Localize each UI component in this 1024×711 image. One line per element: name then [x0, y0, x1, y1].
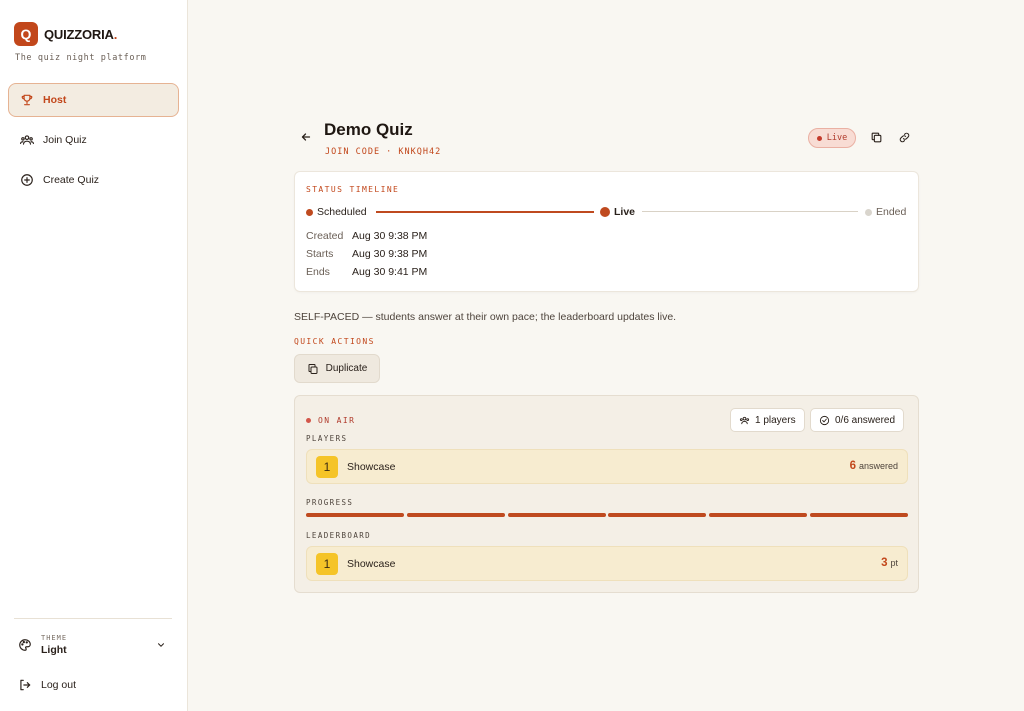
- timeline-dot-scheduled: [306, 209, 313, 216]
- on-air-label: ON AIR: [306, 416, 355, 425]
- leaderboard-name: Showcase: [347, 558, 396, 570]
- link-icon[interactable]: [898, 131, 911, 144]
- players-count-chip: 1 players: [730, 408, 805, 432]
- status-timeline: Scheduled Live Ended: [306, 205, 909, 219]
- sidebar-divider: [14, 618, 172, 619]
- users-icon: [739, 416, 750, 424]
- join-code: JOIN CODE · KNKQH42: [325, 147, 442, 157]
- progress-segment: [507, 513, 606, 517]
- timeline-stage-live: Live: [614, 206, 636, 218]
- logout-button[interactable]: Log out: [18, 678, 76, 692]
- brand-name: QUIZZORIA: [44, 26, 114, 42]
- progress-segment: [306, 513, 404, 517]
- sidebar-nav: Host Join Quiz Create Quiz: [8, 83, 179, 203]
- theme-value: Light: [41, 644, 67, 656]
- timeline-dot-ended: [865, 209, 872, 216]
- on-air-text: ON AIR: [318, 416, 356, 425]
- timeline-dates: Created Aug 30 9:38 PM Starts Aug 30 9:3…: [306, 230, 427, 284]
- date-key: Ends: [306, 266, 330, 278]
- sidebar-item-create-quiz[interactable]: Create Quiz: [8, 163, 179, 197]
- trophy-icon: [21, 94, 33, 106]
- leaderboard-row: 1 Showcase 3 pt: [306, 546, 908, 581]
- check-circle-icon: [819, 415, 830, 425]
- player-row: 1 Showcase 6 answered: [306, 449, 908, 484]
- date-row-starts: Starts Aug 30 9:38 PM: [306, 248, 427, 266]
- logout-icon: [20, 679, 31, 691]
- timeline-stage-ended: Ended: [876, 206, 907, 218]
- quick-actions-label: QUICK ACTIONS: [294, 337, 375, 346]
- timeline-line-done: [376, 211, 594, 213]
- status-badge: Live: [808, 128, 856, 148]
- brand-logo: Q: [14, 22, 38, 46]
- date-row-ends: Ends Aug 30 9:41 PM: [306, 266, 427, 284]
- duplicate-icon: [308, 363, 318, 374]
- copy-icon[interactable]: [870, 131, 883, 144]
- sidebar-item-label: Host: [43, 94, 67, 106]
- timeline-dot-live: [600, 207, 610, 217]
- player-name: Showcase: [347, 461, 396, 473]
- brand-dot: .: [113, 26, 118, 42]
- status-timeline-label: STATUS TIMELINE: [306, 185, 400, 194]
- brand-tagline: The quiz night platform: [15, 53, 147, 63]
- timeline-stage-scheduled: Scheduled: [317, 206, 367, 218]
- sidebar-item-host[interactable]: Host: [8, 83, 179, 117]
- players-count: 1 players: [755, 414, 796, 426]
- quiz-mode-description: SELF-PACED — students answer at their ow…: [294, 311, 677, 323]
- leaderboard-score-value: 3: [881, 557, 888, 569]
- date-value: Aug 30 9:38 PM: [352, 230, 428, 242]
- back-arrow-icon[interactable]: [300, 131, 312, 143]
- progress-bar: [306, 513, 908, 517]
- progress-label: PROGRESS: [306, 498, 354, 507]
- progress-segment: [709, 513, 808, 517]
- theme-caption: THEME: [41, 634, 68, 642]
- sidebar-item-label: Join Quiz: [43, 134, 87, 146]
- on-air-panel: ON AIR 1 players 0/6 answered PLAYERS 1 …: [294, 395, 919, 593]
- leaderboard-label: LEADERBOARD: [306, 531, 372, 540]
- leaderboard-score: 3 pt: [881, 557, 898, 569]
- sidebar-item-join-quiz[interactable]: Join Quiz: [8, 123, 179, 157]
- palette-icon: [19, 639, 31, 651]
- status-timeline-card: STATUS TIMELINE Scheduled Live Ended Cre…: [294, 171, 919, 292]
- theme-selector[interactable]: THEME Light: [18, 630, 170, 660]
- leaderboard-score-unit: pt: [890, 558, 898, 568]
- on-air-dot: [306, 418, 311, 423]
- date-value: Aug 30 9:38 PM: [352, 248, 428, 260]
- sidebar: Q QUIZZORIA . The quiz night platform Ho…: [0, 0, 188, 711]
- users-icon: [20, 135, 34, 145]
- progress-segment: [608, 513, 707, 517]
- progress-segment: [809, 513, 908, 517]
- sidebar-item-label: Create Quiz: [43, 174, 100, 186]
- logout-label: Log out: [41, 679, 77, 691]
- answered-count-chip: 0/6 answered: [810, 408, 905, 432]
- page-title: Demo Quiz: [324, 120, 413, 139]
- date-value: Aug 30 9:41 PM: [352, 266, 428, 278]
- chevron-down-icon: [157, 643, 165, 647]
- main-content: Demo Quiz JOIN CODE · KNKQH42 Live STATU…: [294, 120, 919, 593]
- brand[interactable]: Q QUIZZORIA .: [14, 22, 117, 46]
- date-key: Created: [306, 230, 344, 242]
- plus-circle-icon: [21, 174, 33, 186]
- quiz-header: Demo Quiz JOIN CODE · KNKQH42 Live: [294, 120, 919, 170]
- date-key: Starts: [306, 248, 334, 260]
- timeline-line-pending: [642, 211, 858, 212]
- date-row-created: Created Aug 30 9:38 PM: [306, 230, 427, 248]
- progress-segment: [406, 513, 505, 517]
- player-answered: 6 answered: [850, 460, 898, 472]
- player-rank: 1: [316, 456, 338, 478]
- live-dot: [816, 135, 822, 141]
- theme-text: THEME Light: [41, 634, 67, 656]
- players-label: PLAYERS: [306, 434, 348, 443]
- leaderboard-rank: 1: [316, 553, 338, 575]
- duplicate-label: Duplicate: [325, 363, 368, 374]
- duplicate-button[interactable]: Duplicate: [294, 354, 380, 383]
- answered-count: 0/6 answered: [835, 414, 896, 426]
- player-answered-unit: answered: [858, 461, 898, 471]
- player-answered-count: 6: [849, 460, 856, 472]
- status-badge-label: Live: [826, 133, 848, 143]
